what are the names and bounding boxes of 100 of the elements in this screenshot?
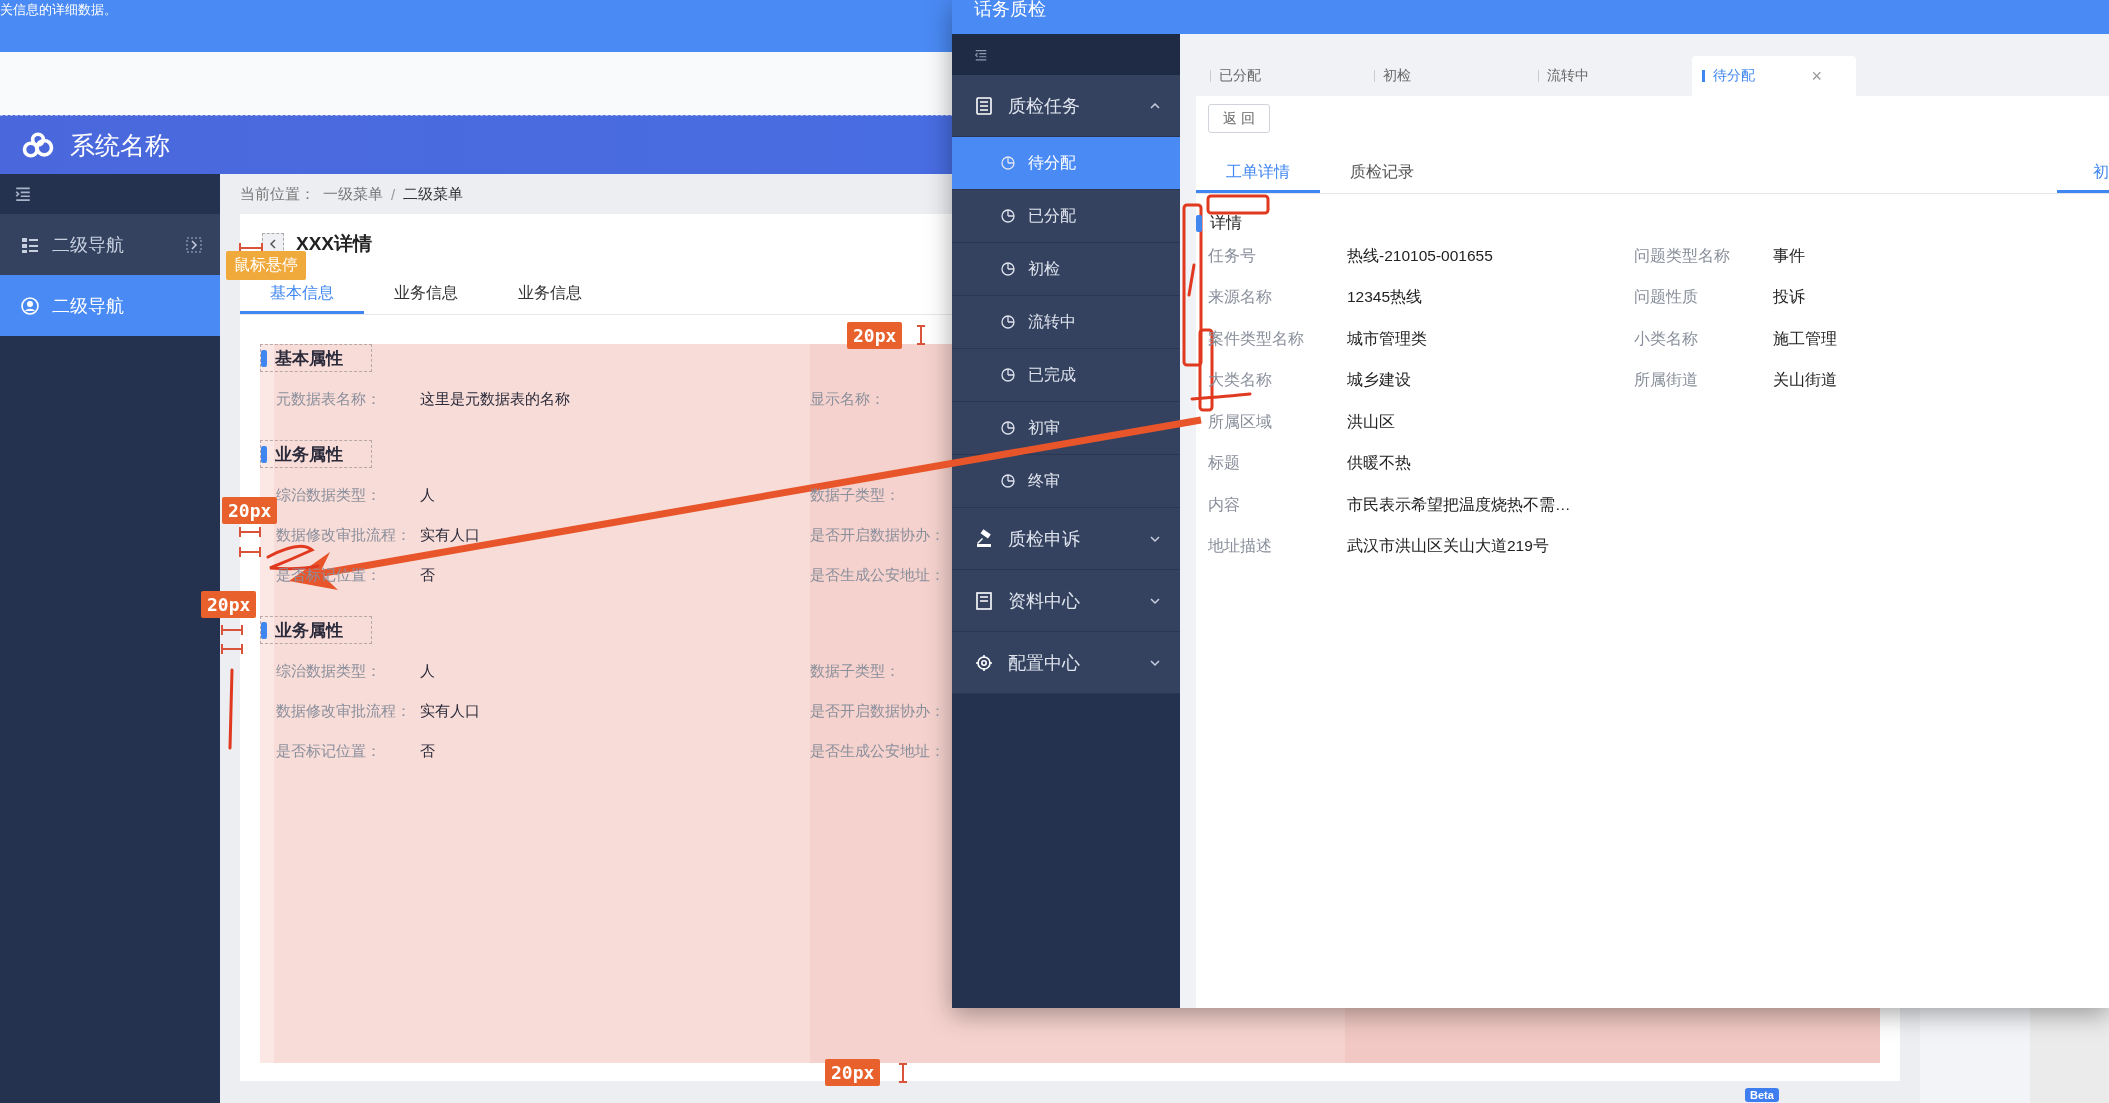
menu-icon[interactable]	[14, 185, 32, 203]
field-value: 热线-210105-001655	[1347, 245, 1493, 266]
field-label: 数据子类型：	[810, 485, 901, 505]
pie-chart-icon	[1000, 473, 1016, 489]
field-label: 是否生成公安地址：	[810, 741, 946, 761]
field-value: 否	[420, 565, 435, 585]
field-value: 实有人口	[420, 525, 480, 545]
nav-group[interactable]: 资料中心	[952, 570, 1180, 632]
page-tab[interactable]: 待分配 ×	[1692, 56, 1856, 96]
menu-icon[interactable]	[974, 47, 988, 62]
measure-marker	[239, 526, 261, 538]
field-label: 是否标记位置：	[276, 741, 382, 761]
field-value: 供暖不热	[1347, 453, 1411, 474]
field-label: 问题性质	[1634, 287, 1699, 308]
system-name: 系统名称	[70, 129, 170, 161]
spacing-tag: 20px	[847, 322, 903, 349]
nav-item[interactable]: 流转中	[952, 296, 1180, 349]
field-value: 投诉	[1773, 287, 1805, 308]
banner-text: 关信息的详细数据。	[0, 2, 117, 18]
page-tab[interactable]: 初检	[1364, 56, 1528, 96]
page-tab[interactable]: 已分配	[1200, 56, 1364, 96]
spacing-tag: 20px	[222, 497, 278, 524]
field-label: 所属区域	[1208, 411, 1273, 432]
nav-item[interactable]: 终审	[952, 455, 1180, 508]
pie-chart-icon	[1000, 261, 1016, 277]
sidebar-item[interactable]: 二级导航	[0, 214, 220, 275]
tab[interactable]: 工单详情	[1196, 153, 1320, 193]
book-icon	[974, 590, 994, 611]
pie-chart-icon	[1000, 155, 1016, 171]
gavel-icon	[974, 528, 994, 549]
field-label: 问题类型名称	[1634, 245, 1731, 266]
breadcrumb-label: 当前位置：	[240, 184, 315, 204]
breadcrumb-link[interactable]: 一级菜单	[323, 184, 383, 204]
field-label: 地址描述	[1208, 536, 1273, 557]
pie-chart-icon	[1000, 367, 1016, 383]
tab[interactable]: 初	[2057, 153, 2109, 193]
user-icon	[20, 295, 40, 316]
field-label: 是否开启数据协办：	[810, 701, 946, 721]
pie-chart-icon	[1000, 420, 1016, 436]
field-value: 12345热线	[1347, 287, 1423, 308]
breadcrumb-separator: /	[391, 185, 396, 203]
field-value: 城市管理类	[1347, 328, 1427, 349]
measure-marker	[221, 643, 243, 655]
nav-group[interactable]: 配置中心	[952, 632, 1180, 694]
beta-badge: Beta	[1745, 1088, 1779, 1102]
nav-group[interactable]: 质检申诉	[952, 508, 1180, 570]
document-icon	[974, 95, 994, 116]
chevron-left-icon	[267, 238, 279, 250]
field-value: 这里是元数据表的名称	[420, 389, 570, 409]
field-label: 小类名称	[1634, 328, 1699, 349]
tab[interactable]: 业务信息	[364, 274, 488, 314]
tab[interactable]: 质检记录	[1320, 153, 1444, 193]
spacing-tag: 20px	[825, 1059, 881, 1086]
measure-marker	[916, 325, 926, 345]
section-title: 业务属性	[260, 440, 372, 468]
pie-chart-icon	[1000, 314, 1016, 330]
section-title: 基本属性	[260, 344, 372, 372]
window-title: 话务质检	[974, 0, 1046, 18]
field-value: 人	[420, 661, 435, 681]
field-label: 标题	[1208, 453, 1241, 474]
field-label: 来源名称	[1208, 287, 1273, 308]
field-label: 综治数据类型：	[276, 485, 382, 505]
measure-marker	[239, 546, 261, 558]
highlight-outline	[1206, 194, 1270, 215]
measure-marker	[898, 1063, 908, 1083]
field-label: 综治数据类型：	[276, 661, 382, 681]
field-value: 人	[420, 485, 435, 505]
breadcrumb-link[interactable]: 二级菜单	[403, 184, 464, 204]
nav-item[interactable]: 已分配	[952, 190, 1180, 243]
field-label: 是否开启数据协办：	[810, 525, 946, 545]
field-value: 事件	[1773, 245, 1805, 266]
tab[interactable]: 业务信息	[488, 274, 612, 314]
nav-item[interactable]: 初检	[952, 243, 1180, 296]
scribble	[1187, 263, 1196, 297]
measure-marker	[239, 242, 263, 254]
field-value: 关山街道	[1773, 370, 1837, 391]
field-label: 数据子类型：	[810, 661, 901, 681]
scribble	[1190, 392, 1252, 401]
section-title: 详情	[1196, 212, 1242, 234]
field-label: 元数据表名称：	[276, 389, 382, 409]
nav-item[interactable]: 已完成	[952, 349, 1180, 402]
field-value: 城乡建设	[1347, 370, 1411, 391]
tooltip: 鼠标悬停	[226, 251, 306, 280]
field-value: 洪山区	[1347, 411, 1395, 432]
section-title: 业务属性	[260, 616, 372, 644]
page-tab[interactable]: 流转中	[1528, 56, 1692, 96]
field-label: 任务号	[1208, 245, 1257, 266]
field-label: 内容	[1208, 494, 1241, 515]
field-label: 是否生成公安地址：	[810, 565, 946, 585]
field-label: 数据修改审批流程：	[276, 525, 412, 545]
expand-icon[interactable]	[186, 236, 202, 253]
field-value: 否	[420, 741, 435, 761]
field-label: 显示名称：	[810, 389, 886, 409]
nav-group[interactable]: 质检任务	[952, 75, 1180, 137]
field-value: 武汉市洪山区关山大道219号	[1347, 536, 1549, 557]
field-value: 市民表示希望把温度烧热不需…	[1347, 494, 1571, 515]
back-button[interactable]: 返 回	[1208, 104, 1270, 133]
field-value: 实有人口	[420, 701, 480, 721]
field-label: 所属街道	[1634, 370, 1699, 391]
spacing-tag: 20px	[201, 591, 257, 618]
